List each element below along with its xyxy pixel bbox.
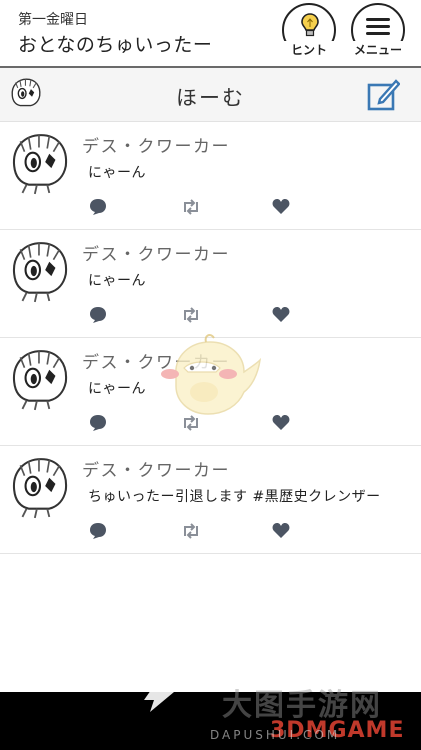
app-header: 第一金曜日 おとなのちゅいったー ヒント メニュー: [0, 0, 421, 66]
hamburger-menu-icon: [366, 18, 390, 35]
retweet-icon[interactable]: [181, 198, 201, 216]
user-avatar[interactable]: [8, 130, 72, 196]
heart-icon[interactable]: [272, 198, 290, 215]
home-bar: ほーむ: [0, 66, 421, 122]
tweet-item[interactable]: デス・クワーカー にゃーん: [0, 230, 421, 338]
watermark-logo-icon: [144, 680, 174, 712]
hint-button[interactable]: ヒント: [278, 3, 340, 58]
compose-icon[interactable]: [366, 78, 400, 112]
menu-label: メニュー: [347, 41, 409, 58]
user-avatar[interactable]: [8, 238, 72, 304]
speech-bubble-icon[interactable]: [89, 198, 107, 216]
retweet-icon[interactable]: [181, 306, 201, 324]
header-subtitle: 第一金曜日: [18, 12, 88, 28]
username[interactable]: デス・クワーカー: [82, 240, 230, 265]
lightbulb-icon: [301, 13, 319, 37]
chick-mascot-icon[interactable]: [158, 332, 262, 418]
speech-bubble-icon[interactable]: [89, 522, 107, 540]
tweet-item[interactable]: デス・クワーカー にゃーん: [0, 122, 421, 230]
tweet-item[interactable]: デス・クワーカー ちゅいったー引退します #黒歴史クレンザー: [0, 446, 421, 554]
speech-bubble-icon[interactable]: [89, 414, 107, 432]
username[interactable]: デス・クワーカー: [82, 456, 230, 481]
tweet-text: にゃーん: [88, 165, 146, 181]
user-avatar[interactable]: [8, 454, 72, 520]
tweet-text: にゃーん: [88, 273, 146, 289]
menu-button[interactable]: メニュー: [347, 3, 409, 58]
retweet-icon[interactable]: [181, 522, 201, 540]
heart-icon[interactable]: [272, 306, 290, 323]
speech-bubble-icon[interactable]: [89, 306, 107, 324]
tweet-text: ちゅいったー引退します #黒歴史クレンザー: [88, 489, 381, 505]
watermark-url: DAPUSHUI.COM: [210, 728, 341, 742]
heart-icon[interactable]: [272, 414, 290, 431]
hint-label: ヒント: [278, 41, 340, 58]
username[interactable]: デス・クワーカー: [82, 132, 230, 157]
page-title: ほーむ: [176, 86, 245, 110]
heart-icon[interactable]: [272, 522, 290, 539]
app-title: おとなのちゅいったー: [18, 34, 213, 56]
tweet-text: にゃーん: [88, 381, 146, 397]
user-avatar[interactable]: [8, 346, 72, 412]
